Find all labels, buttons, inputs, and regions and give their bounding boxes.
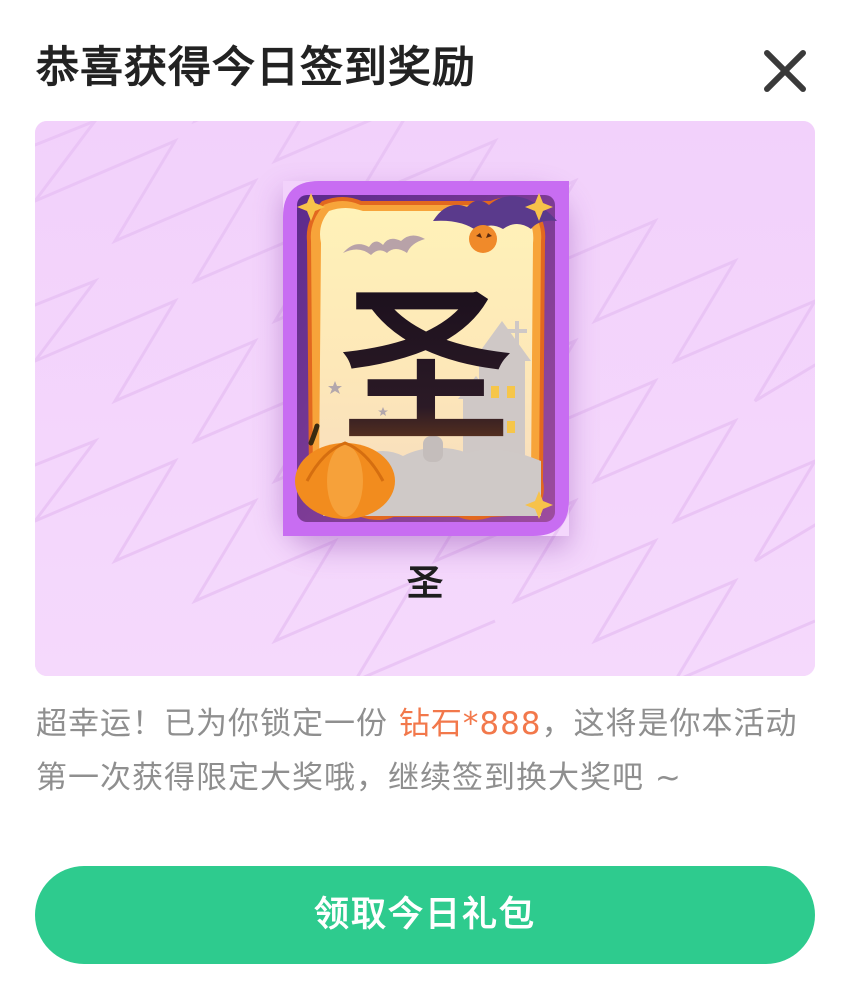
claim-gift-button[interactable]: 领取今日礼包 (35, 866, 815, 964)
card-character: 圣 (342, 270, 510, 466)
dialog-title: 恭喜获得今日签到奖励 (36, 43, 476, 93)
close-button[interactable] (756, 42, 814, 100)
halloween-card-art: 圣 (283, 181, 569, 536)
reward-card: 圣 (283, 181, 569, 536)
reward-name: 圣 (406, 563, 443, 604)
close-icon (764, 50, 806, 92)
reward-highlight: 钻石*888 (398, 706, 542, 742)
reward-message: 超幸运！已为你锁定一份 钻石*888，这将是你本活动第一次获得限定大奖哦，继续签… (36, 697, 826, 805)
message-text: 超幸运！已为你锁定一份 (36, 706, 399, 742)
